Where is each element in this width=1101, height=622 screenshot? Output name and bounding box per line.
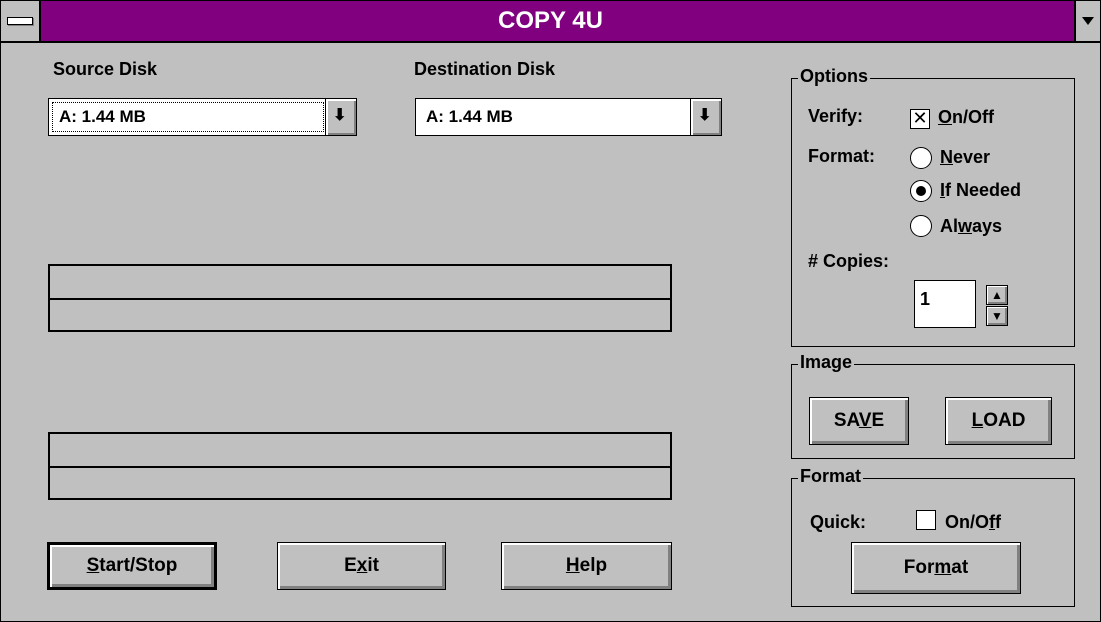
button-label: E: [344, 555, 357, 576]
format-button[interactable]: Format: [851, 542, 1021, 594]
mnemonic: w: [958, 216, 973, 236]
source-disk-label: Source Disk: [53, 59, 158, 79]
mnemonic: S: [86, 555, 100, 576]
button-label: it: [367, 555, 379, 576]
title-bar[interactable]: COPY 4U: [1, 1, 1100, 43]
destination-disk-dropdown[interactable]: A: 1.44 MB ⬇: [415, 98, 722, 136]
verify-label: Verify:: [808, 106, 864, 126]
destination-dropdown-button[interactable]: ⬇: [690, 99, 721, 135]
option-text: n/Off: [952, 107, 995, 127]
option-text: Al: [940, 216, 958, 236]
button-label: For: [903, 557, 935, 578]
option-text: On/O: [945, 512, 989, 532]
source-disk-value: A: 1.44 MB: [59, 107, 146, 126]
copies-label: # Copies:: [808, 251, 890, 271]
dropdown-arrow-icon: ⬇: [333, 107, 347, 124]
mnemonic: H: [565, 555, 580, 576]
source-dropdown-button[interactable]: ⬇: [325, 99, 356, 135]
button-label: SA: [833, 410, 859, 431]
check-mark-icon: ✕: [912, 108, 928, 128]
copies-down-button[interactable]: ▼: [986, 306, 1008, 326]
copies-up-button[interactable]: ▲: [986, 285, 1008, 305]
progress-panel-1: [48, 264, 672, 332]
mnemonic: O: [938, 107, 953, 127]
load-image-button[interactable]: LOAD: [945, 397, 1052, 445]
save-image-button[interactable]: SAVE: [809, 397, 909, 445]
window-title: COPY 4U: [498, 7, 603, 34]
format-always-label[interactable]: Always: [940, 216, 1002, 237]
dropdown-arrow-icon: ⬇: [698, 107, 712, 124]
format-group-title: Format: [798, 466, 864, 487]
option-text: ays: [972, 216, 1003, 236]
destination-disk-label: Destination Disk: [414, 59, 556, 79]
radio-dot: [916, 186, 926, 196]
exit-button[interactable]: Exit: [277, 542, 446, 590]
copies-value: 1: [920, 289, 931, 309]
down-arrow-icon: ▼: [991, 309, 1003, 323]
verify-checkbox[interactable]: ✕: [910, 108, 930, 129]
minimize-button[interactable]: [1074, 1, 1100, 41]
quick-checkbox[interactable]: [916, 510, 936, 530]
button-label: elp: [579, 555, 608, 576]
option-text: f: [995, 512, 1001, 532]
button-label: E: [871, 410, 885, 431]
progress-bar-2-bottom: [50, 468, 670, 500]
button-label: tart/Stop: [99, 555, 178, 576]
progress-bar-2-top: [50, 434, 670, 468]
button-label: OAD: [983, 410, 1026, 431]
mnemonic: m: [934, 557, 952, 578]
source-disk-dropdown[interactable]: A: 1.44 MB ⬇: [48, 98, 357, 136]
format-if-needed-label[interactable]: If Needed: [940, 180, 1021, 201]
help-button[interactable]: Help: [501, 542, 672, 590]
image-group: Image SAVE LOAD: [791, 352, 1075, 459]
progress-bar-1-top: [50, 266, 670, 300]
format-if-needed-radio[interactable]: [910, 180, 932, 202]
button-label: at: [951, 557, 969, 578]
mnemonic: V: [858, 410, 872, 431]
quick-label: Quick:: [810, 512, 867, 532]
verify-option-label[interactable]: On/Off: [938, 107, 994, 128]
start-stop-button[interactable]: Start/Stop: [47, 542, 217, 590]
progress-bar-1-bottom: [50, 300, 670, 332]
minimize-icon: [1082, 17, 1094, 25]
mnemonic: N: [940, 147, 953, 167]
progress-panel-2: [48, 432, 672, 500]
option-text: f Needed: [945, 180, 1022, 200]
format-label: Format:: [808, 146, 875, 166]
format-never-label[interactable]: Never: [940, 147, 990, 168]
options-group-title: Options: [798, 66, 870, 87]
up-arrow-icon: ▲: [991, 288, 1003, 302]
mnemonic: x: [356, 555, 368, 576]
option-text: ever: [953, 147, 991, 167]
format-always-radio[interactable]: [910, 215, 932, 237]
format-never-radio[interactable]: [910, 147, 932, 169]
quick-option-label[interactable]: On/Off: [945, 512, 1001, 533]
image-group-title: Image: [798, 352, 855, 373]
options-group: Options Verify: ✕ On/Off Format: Never I…: [791, 66, 1075, 347]
copy4u-window: COPY 4U Source Disk A: 1.44 MB ⬇ Destina…: [0, 0, 1101, 622]
copies-input[interactable]: 1: [914, 280, 976, 328]
format-group: Format Quick: On/Off Format: [791, 466, 1075, 607]
mnemonic: L: [971, 410, 984, 431]
destination-disk-value: A: 1.44 MB: [426, 107, 513, 126]
